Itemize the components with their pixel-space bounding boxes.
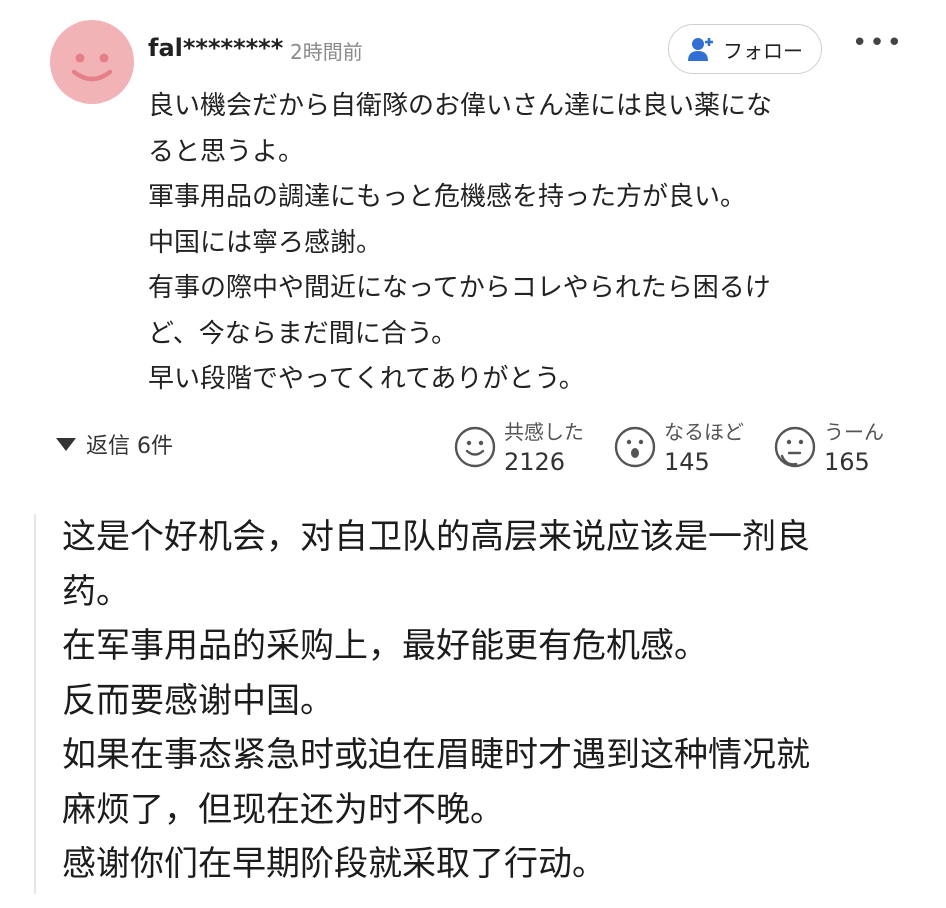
follow-label: フォロー (723, 38, 803, 63)
surprised-face-icon (614, 426, 656, 468)
follow-button[interactable]: フォロー (668, 24, 822, 74)
more-options-button[interactable]: ••• (852, 28, 904, 58)
translation-text: 这是个好机会，对自卫队的高层来说应该是一剂良 药。 在军事用品的采购上，最好能更… (62, 517, 810, 884)
username[interactable]: fal******** (148, 34, 283, 62)
replies-label: 返信 6件 (86, 434, 173, 459)
reaction-label: うーん (824, 420, 884, 444)
add-user-icon (688, 38, 713, 61)
timestamp: 2時間前 (290, 40, 363, 64)
avatar[interactable] (50, 20, 134, 104)
reaction-label: 共感した (504, 420, 584, 444)
reaction-count: 145 (664, 448, 710, 476)
replies-toggle[interactable]: 返信 6件 (56, 428, 173, 460)
quote-divider (34, 514, 36, 894)
caret-down-icon (56, 437, 76, 451)
comment-body: 良い機会だから自衛隊のお偉いさん達には良い薬にな ると思うよ。 軍事用品の調達に… (148, 91, 773, 394)
reaction-count: 2126 (504, 448, 566, 476)
thinking-face-icon (774, 426, 816, 468)
smiley-avatar-icon (71, 53, 113, 82)
reaction-label: なるほど (664, 420, 744, 444)
smile-face-icon (454, 426, 496, 468)
reaction-count: 165 (824, 448, 870, 476)
